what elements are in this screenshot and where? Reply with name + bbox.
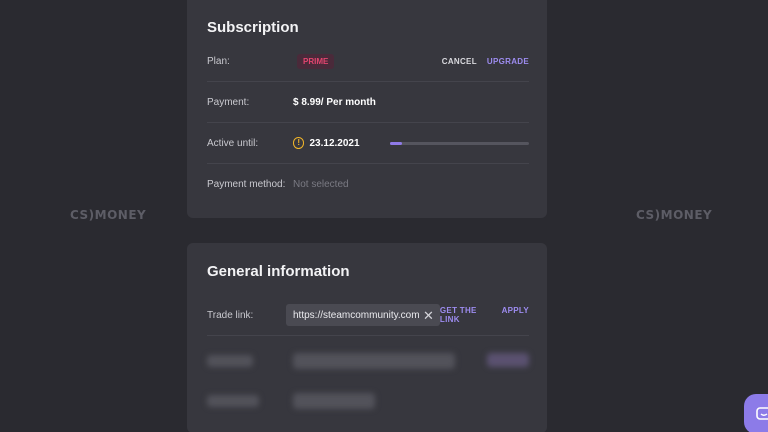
payment-value: $ 8.99/ Per month (293, 96, 376, 108)
blurred-value-2 (293, 393, 375, 409)
trade-link-field[interactable]: ✕ (286, 304, 440, 326)
payment-method-value[interactable]: Not selected (293, 179, 349, 190)
plan-actions: CANCEL UPGRADE (442, 57, 529, 66)
plan-badge: PRIME (297, 53, 335, 69)
active-until-row: Active until: ! 23.12.2021 (207, 123, 529, 164)
subscription-title: Subscription (207, 19, 299, 36)
active-until-label: Active until: (207, 137, 259, 149)
page: CS)MONEY CS)MONEY Subscription Plan: PRI… (0, 0, 768, 432)
payment-method-row: Payment method: Not selected (207, 164, 529, 204)
subscription-card: Subscription Plan: PRIME CANCEL UPGRADE … (187, 0, 547, 218)
cs-money-logo-left: CS)MONEY (70, 208, 147, 222)
blurred-label-1 (207, 355, 253, 367)
chat-launcher-button[interactable] (744, 394, 768, 432)
chat-icon (756, 407, 768, 420)
cancel-button[interactable]: CANCEL (442, 57, 477, 66)
cs-money-logo-right: CS)MONEY (636, 208, 713, 222)
get-the-link-button[interactable]: GET THE LINK (440, 306, 492, 324)
plan-row: Plan: PRIME CANCEL UPGRADE (207, 41, 529, 82)
trade-link-input[interactable] (293, 309, 423, 321)
general-information-title: General information (207, 263, 350, 280)
plan-label: Plan: (207, 55, 230, 67)
general-information-card: General information Trade link: ✕ GET TH… (187, 243, 547, 432)
apply-button[interactable]: APPLY (502, 306, 529, 324)
active-until-value: 23.12.2021 (309, 137, 360, 149)
payment-method-label: Payment method: (207, 178, 286, 190)
subscription-progress-fill (389, 141, 403, 145)
upgrade-button[interactable]: UPGRADE (487, 57, 529, 66)
trade-link-label: Trade link: (207, 309, 254, 321)
trade-link-actions: GET THE LINK APPLY (440, 306, 529, 324)
subscription-progress-bar (389, 141, 529, 145)
blurred-button-1 (487, 353, 529, 367)
trade-link-row: Trade link: ✕ GET THE LINK APPLY (207, 295, 529, 336)
payment-label: Payment: (207, 96, 250, 108)
warning-circle-icon: ! (293, 137, 305, 149)
close-icon[interactable]: ✕ (423, 309, 434, 322)
payment-row: Payment: $ 8.99/ Per month (207, 82, 529, 123)
blurred-value-1 (293, 353, 455, 369)
blurred-label-2 (207, 395, 259, 407)
